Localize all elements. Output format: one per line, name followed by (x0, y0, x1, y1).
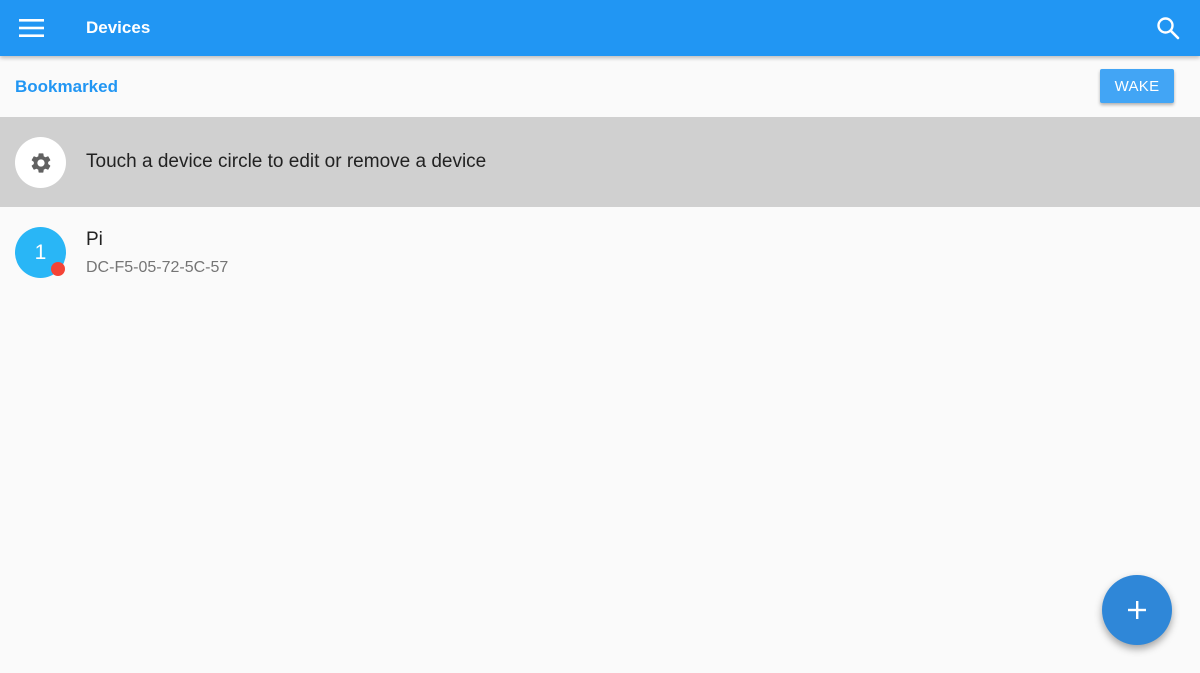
plus-icon (1128, 601, 1146, 619)
gear-icon (31, 152, 50, 173)
search-button[interactable] (1148, 8, 1188, 48)
add-device-button[interactable] (1102, 575, 1172, 645)
menu-button[interactable] (12, 8, 52, 48)
hint-text: Touch a device circle to edit or remove … (86, 151, 487, 172)
app-root: Devices Bookmarked WAKE Touch a device c… (0, 0, 1200, 673)
bookmarked-section-header: Bookmarked WAKE (0, 56, 1200, 117)
app-bar: Devices (0, 0, 1200, 56)
page-title: Devices (86, 18, 151, 37)
wake-button[interactable]: WAKE (1100, 69, 1174, 103)
hint-banner: Touch a device circle to edit or remove … (0, 117, 1200, 207)
device-mac-address: DC-F5-05-72-5C-57 (86, 259, 229, 276)
offline-status-dot (51, 262, 65, 276)
section-label: Bookmarked (15, 77, 118, 96)
device-name: Pi (86, 229, 103, 250)
search-icon (1157, 17, 1180, 40)
hint-icon-circle (15, 137, 66, 188)
device-list-item[interactable]: 1 Pi DC-F5-05-72-5C-57 (0, 207, 1200, 297)
hamburger-menu-icon (19, 19, 44, 37)
